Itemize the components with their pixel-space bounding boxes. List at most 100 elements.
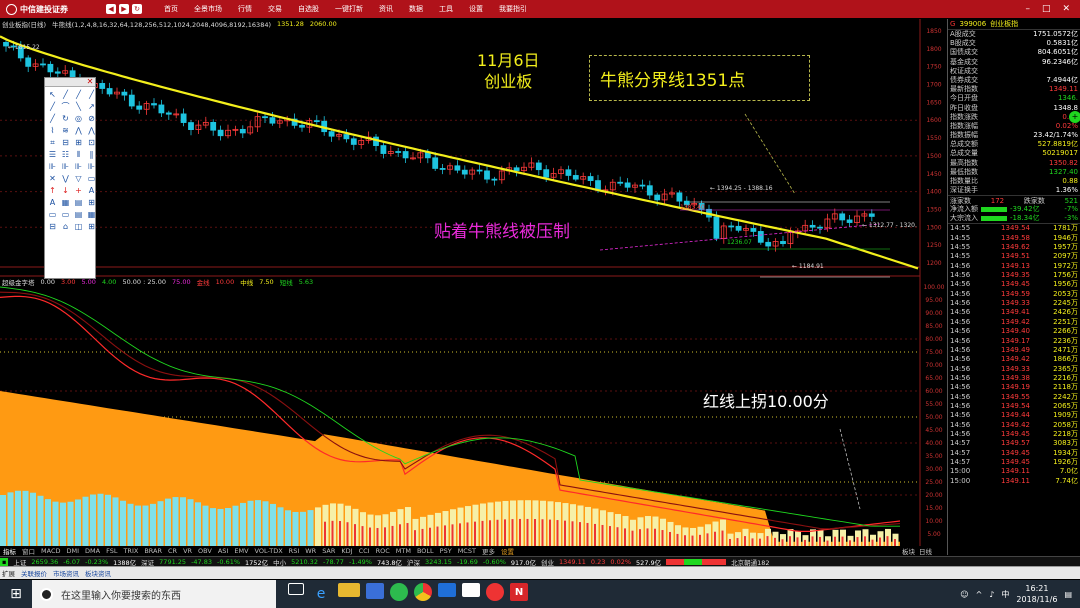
draw-tool-icon[interactable]: ╱ bbox=[47, 101, 58, 112]
draw-tool-icon[interactable]: ⊪ bbox=[47, 161, 58, 172]
mail-icon[interactable] bbox=[438, 583, 456, 597]
subbar-market-news[interactable]: 市场资讯 bbox=[53, 568, 79, 578]
ticker-name[interactable]: 深证 bbox=[141, 557, 154, 567]
draw-tool-icon[interactable]: ↗ bbox=[86, 101, 97, 112]
draw-tool-icon[interactable]: ☰ bbox=[47, 149, 58, 160]
back-icon[interactable]: ◀ bbox=[106, 4, 116, 14]
indicator-tab[interactable]: CR bbox=[165, 547, 180, 555]
menu-item-0[interactable]: 首页 bbox=[156, 4, 186, 14]
draw-tool-icon[interactable]: ╲ bbox=[73, 101, 84, 112]
subbar-related-quotes[interactable]: 关联报价 bbox=[21, 568, 47, 578]
draw-tool-icon[interactable]: ⊟ bbox=[47, 221, 58, 232]
menu-item-10[interactable]: 我要指引 bbox=[491, 4, 535, 14]
forward-icon[interactable]: ▶ bbox=[119, 4, 129, 14]
indicator-tab[interactable]: 设置 bbox=[498, 546, 517, 556]
draw-tool-icon[interactable]: ▤ bbox=[73, 197, 84, 208]
draw-tool-icon[interactable]: ⊞ bbox=[86, 221, 97, 232]
draw-tool-icon[interactable]: ↓ bbox=[60, 185, 71, 196]
draw-tool-icon[interactable]: A bbox=[86, 185, 97, 196]
draw-tool-icon[interactable]: ⋀ bbox=[86, 125, 97, 136]
indicator-tab[interactable]: TRIX bbox=[120, 547, 141, 555]
draw-tool-icon[interactable]: ⌒ bbox=[60, 101, 71, 112]
subbar-sector-news[interactable]: 板块资讯 bbox=[85, 568, 111, 578]
indicator-tab[interactable]: MACD bbox=[38, 547, 63, 555]
menu-item-9[interactable]: 设置 bbox=[461, 4, 491, 14]
draw-tool-icon[interactable]: ⌗ bbox=[47, 137, 58, 148]
indicator-tab[interactable]: PSY bbox=[437, 547, 455, 555]
draw-tool-icon[interactable]: ⊡ bbox=[86, 137, 97, 148]
indicator-tab[interactable]: KDJ bbox=[338, 547, 355, 555]
draw-tool-icon[interactable]: ↻ bbox=[60, 113, 71, 124]
draw-tool-icon[interactable]: ╱ bbox=[47, 113, 58, 124]
indicator-tab[interactable]: CCI bbox=[356, 547, 373, 555]
notification-icon[interactable]: ▤ bbox=[1064, 590, 1072, 599]
draw-tool-icon[interactable]: ☷ bbox=[60, 149, 71, 160]
menu-item-3[interactable]: 交易 bbox=[260, 4, 290, 14]
indicator-tab[interactable]: MCST bbox=[455, 547, 479, 555]
indicator-tab[interactable]: ROC bbox=[373, 547, 393, 555]
taskbar-clock[interactable]: 16:21 2018/11/6 bbox=[1016, 583, 1057, 605]
indicator-tab[interactable]: DMA bbox=[82, 547, 103, 555]
draw-tool-icon[interactable]: ⋀ bbox=[73, 125, 84, 136]
indicator-tab[interactable]: OBV bbox=[195, 547, 215, 555]
draw-tool-icon[interactable]: + bbox=[73, 185, 84, 196]
draw-tool-icon[interactable]: ⋁ bbox=[60, 173, 71, 184]
draw-tool-icon[interactable]: ▦ bbox=[86, 209, 97, 220]
menu-item-6[interactable]: 资讯 bbox=[371, 4, 401, 14]
refresh-icon[interactable]: ↻ bbox=[132, 4, 142, 14]
task-view-icon[interactable] bbox=[288, 583, 304, 595]
draw-tool-icon[interactable]: ⊟ bbox=[60, 137, 71, 148]
draw-tool-icon[interactable]: ↑ bbox=[47, 185, 58, 196]
menu-item-5[interactable]: 一键打新 bbox=[327, 4, 371, 14]
side-expand-button[interactable]: + bbox=[1069, 111, 1080, 123]
draw-tool-icon[interactable]: ⊘ bbox=[86, 113, 97, 124]
draw-tool-icon[interactable]: ▭ bbox=[86, 173, 97, 184]
indicator-tab[interactable]: 窗口 bbox=[19, 546, 38, 556]
netease-icon[interactable]: N bbox=[510, 583, 528, 601]
indicator-tab[interactable]: RSI bbox=[286, 547, 303, 555]
ticker-name[interactable]: 沪深 bbox=[407, 557, 420, 567]
draw-tool-icon[interactable]: ▭ bbox=[60, 209, 71, 220]
ticker-name[interactable]: 中小 bbox=[273, 557, 286, 567]
draw-tool-icon[interactable]: ↖ bbox=[47, 89, 58, 100]
toolbox-close-icon[interactable]: ✕ bbox=[86, 78, 94, 86]
draw-tool-icon[interactable]: ⌂ bbox=[60, 221, 71, 232]
trade-ticks[interactable]: 14:55 1349.54 1781万 14:55 1349.58 1946万 14:55 1… bbox=[948, 223, 1080, 486]
draw-tool-icon[interactable]: ⊞ bbox=[86, 197, 97, 208]
indicator-tab[interactable]: 指标 bbox=[0, 546, 19, 556]
maximize-button[interactable]: □ bbox=[1042, 4, 1051, 14]
draw-tool-icon[interactable]: ▦ bbox=[60, 197, 71, 208]
indicator-tab[interactable]: ASI bbox=[215, 547, 232, 555]
folder-icon[interactable] bbox=[338, 583, 360, 597]
volume-icon[interactable]: ♪ bbox=[989, 590, 994, 599]
draw-tool-icon[interactable]: ≋ bbox=[60, 125, 71, 136]
taskbar-search[interactable]: 在这里输入你要搜索的东西 bbox=[32, 580, 276, 608]
indicator-tab[interactable]: WR bbox=[302, 547, 319, 555]
toolbox-header[interactable]: ✕ bbox=[45, 78, 95, 87]
draw-tool-icon[interactable]: ╱ bbox=[73, 89, 84, 100]
menu-item-7[interactable]: 数据 bbox=[401, 4, 431, 14]
subbar-expand[interactable]: 扩展 bbox=[2, 568, 15, 578]
chrome-icon[interactable] bbox=[414, 583, 432, 601]
draw-tool-icon[interactable]: ⊪ bbox=[60, 161, 71, 172]
draw-tool-icon[interactable]: ⊪ bbox=[73, 161, 84, 172]
ticker-name[interactable]: 上证 bbox=[13, 557, 26, 567]
indicator-tab[interactable]: DMI bbox=[63, 547, 82, 555]
menu-item-2[interactable]: 行情 bbox=[230, 4, 260, 14]
ime-indicator[interactable]: 中 bbox=[1001, 589, 1009, 600]
draw-tool-icon[interactable]: ✕ bbox=[47, 173, 58, 184]
draw-tool-icon[interactable]: ⌇ bbox=[47, 125, 58, 136]
draw-tool-icon[interactable]: ∥ bbox=[86, 149, 97, 160]
people-icon[interactable]: ☺ bbox=[960, 590, 968, 599]
indicator-tab[interactable]: SAR bbox=[319, 547, 338, 555]
edge-icon[interactable]: e bbox=[310, 583, 332, 605]
indicator-tab[interactable]: BOLL bbox=[414, 547, 437, 555]
browser-icon[interactable] bbox=[390, 583, 408, 601]
menu-item-8[interactable]: 工具 bbox=[431, 4, 461, 14]
start-icon[interactable]: ⊞ bbox=[0, 580, 32, 608]
minimize-button[interactable]: – bbox=[1025, 4, 1030, 14]
draw-tool-icon[interactable]: ╱ bbox=[86, 89, 97, 100]
tab-sector[interactable]: 板块 bbox=[902, 546, 915, 556]
tray-expand-icon[interactable]: ^ bbox=[976, 590, 983, 599]
draw-tool-icon[interactable]: ⊪ bbox=[86, 161, 97, 172]
